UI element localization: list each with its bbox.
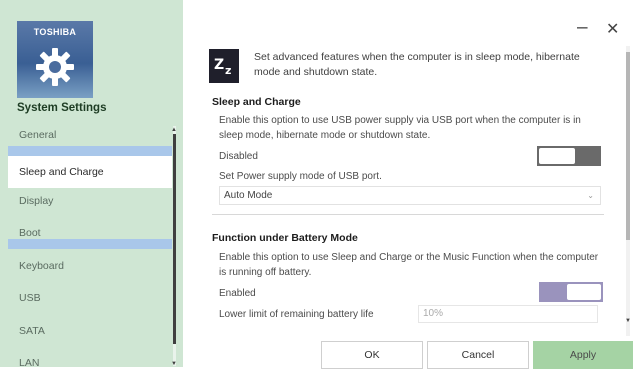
sleep-zz-icon: Z z xyxy=(209,49,239,83)
ok-button[interactable]: OK xyxy=(321,341,423,369)
sidebar-highlight-strip xyxy=(8,146,172,156)
gear-icon xyxy=(36,48,74,86)
usb-power-mode-label: Set Power supply mode of USB port. xyxy=(219,171,382,182)
sidebar: TOSHIBA System Settings General Sleep an… xyxy=(0,0,183,369)
section-title-battery-mode: Function under Battery Mode xyxy=(212,232,358,244)
sidebar-item-display[interactable]: Display xyxy=(8,190,172,212)
sidebar-title: System Settings xyxy=(17,102,107,114)
sidebar-highlight-strip xyxy=(8,239,172,249)
scroll-up-arrow-icon[interactable]: ▲ xyxy=(170,127,178,133)
apply-button[interactable]: Apply xyxy=(533,341,633,369)
battery-mode-state-label: Enabled xyxy=(219,288,256,299)
chevron-down-icon: ⌄ xyxy=(587,191,594,200)
sleep-and-charge-toggle[interactable] xyxy=(537,146,601,166)
brand-logo-text: TOSHIBA xyxy=(33,27,77,37)
minimize-button[interactable]: – xyxy=(577,18,588,37)
sidebar-item-usb[interactable]: USB xyxy=(8,287,172,309)
battery-limit-label: Lower limit of remaining battery life xyxy=(219,309,374,320)
page-description: Set advanced features when the computer … xyxy=(254,51,580,78)
battery-mode-toggle[interactable] xyxy=(539,282,603,302)
app-logo: TOSHIBA xyxy=(17,21,93,98)
cancel-button[interactable]: Cancel xyxy=(427,341,529,369)
usb-power-mode-select[interactable]: Auto Mode ⌄ xyxy=(219,186,601,205)
section-title-sleep-and-charge: Sleep and Charge xyxy=(212,96,301,108)
sidebar-item-lan[interactable]: LAN xyxy=(8,352,172,374)
sidebar-scrollbar-thumb[interactable] xyxy=(173,134,176,344)
toggle-knob xyxy=(539,148,575,164)
sidebar-item-keyboard[interactable]: Keyboard xyxy=(8,255,172,277)
battery-mode-description: Enable this option to use Sleep and Char… xyxy=(219,252,599,278)
usb-power-mode-value: Auto Mode xyxy=(224,190,273,201)
sidebar-item-general[interactable]: General xyxy=(8,124,172,146)
sleep-and-charge-state-label: Disabled xyxy=(219,151,258,162)
toggle-knob xyxy=(567,284,601,300)
main-scrollbar-thumb[interactable] xyxy=(626,52,630,240)
sidebar-item-sleep-and-charge[interactable]: Sleep and Charge xyxy=(8,156,172,188)
section-divider xyxy=(212,214,604,215)
battery-limit-input[interactable]: 10% xyxy=(418,305,598,323)
scroll-down-arrow-icon[interactable]: ▼ xyxy=(624,318,632,324)
scroll-down-arrow-icon[interactable]: ▼ xyxy=(170,361,178,367)
close-button[interactable]: ✕ xyxy=(606,20,619,39)
sleep-and-charge-description: Enable this option to use USB power supp… xyxy=(219,115,581,141)
sidebar-item-sata[interactable]: SATA xyxy=(8,320,172,342)
